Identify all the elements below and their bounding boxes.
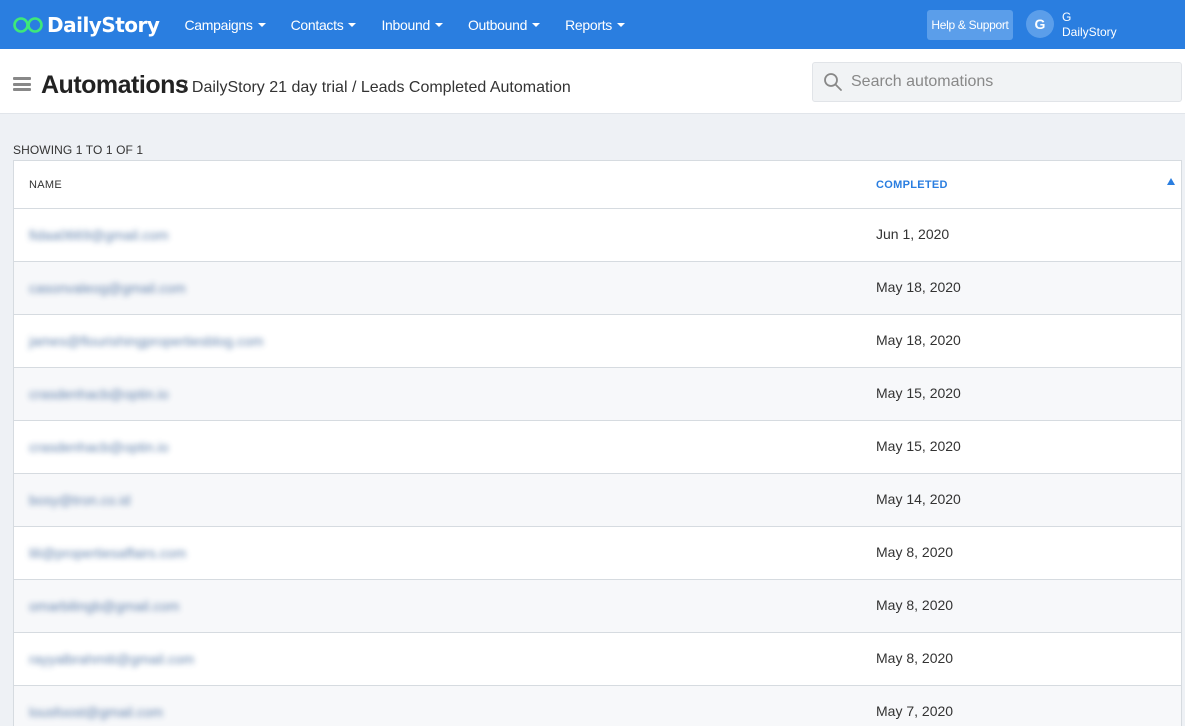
table-header: NAME COMPLETED <box>14 161 1181 209</box>
row-email[interactable]: omarbilingb@gmail.com <box>29 598 179 614</box>
nav-campaigns[interactable]: Campaigns <box>184 16 266 33</box>
table-row[interactable]: casonvaleog@gmail.com May 18, 2020 <box>14 262 1181 315</box>
row-completed-date: May 14, 2020 <box>876 491 961 507</box>
row-completed-date: May 8, 2020 <box>876 544 954 560</box>
showing-count: SHOWING 1 TO 1 OF 1 <box>13 143 144 157</box>
main-menu: Campaigns Contacts Inbound Outbound Repo… <box>184 17 650 33</box>
page-header: Automations / DailyStory 21 day trial / … <box>0 49 1185 114</box>
row-email[interactable]: bosy@tron.co.id <box>29 492 130 508</box>
nav-outbound-label: Outbound <box>467 16 528 33</box>
chevron-down-icon <box>434 22 443 27</box>
table-row[interactable]: crasdenhacb@optin.io May 15, 2020 <box>14 421 1181 474</box>
table-row[interactable]: omarbilingb@gmail.com May 8, 2020 <box>14 580 1181 633</box>
row-completed-date: May 15, 2020 <box>876 438 961 454</box>
chevron-down-icon <box>616 22 625 27</box>
row-email[interactable]: lili@propertiesaffairs.com <box>29 545 186 561</box>
row-email[interactable]: james@flourishingpropertiesblog.com <box>29 333 263 349</box>
table-row[interactable]: lousfoost@gmail.com May 7, 2020 <box>14 686 1181 726</box>
chevron-down-icon <box>532 22 541 27</box>
column-completed-header[interactable]: COMPLETED <box>876 179 948 191</box>
nav-reports[interactable]: Reports <box>565 17 625 33</box>
top-nav: DailyStory Campaigns Contacts Inbound Ou… <box>0 0 1185 49</box>
search-input[interactable] <box>851 73 1171 91</box>
avatar[interactable]: G <box>1026 10 1054 38</box>
nav-reports-label: Reports <box>565 16 612 33</box>
nav-inbound-label: Inbound <box>381 16 430 33</box>
breadcrumb[interactable]: / DailyStory 21 day trial / Leads Comple… <box>183 79 571 97</box>
search-box <box>812 62 1182 102</box>
table-row[interactable]: james@flourishingpropertiesblog.com May … <box>14 315 1181 368</box>
hamburger-menu-icon[interactable] <box>13 77 31 91</box>
table-row[interactable]: crasdenhacb@optin.io May 15, 2020 <box>14 368 1181 421</box>
nav-inbound[interactable]: Inbound <box>381 17 443 33</box>
automation-table: NAME COMPLETED fidaa0669@gmail.com Jun 1… <box>13 160 1182 726</box>
nav-outbound[interactable]: Outbound <box>467 16 541 33</box>
brand-logo[interactable]: DailyStory <box>12 0 160 49</box>
nav-campaigns-label: Campaigns <box>184 16 253 33</box>
sort-ascending-icon[interactable] <box>1167 178 1175 185</box>
table-row[interactable]: bosy@tron.co.id May 14, 2020 <box>14 474 1181 527</box>
column-name-header[interactable]: NAME <box>29 179 62 191</box>
row-email[interactable]: crasdenhacb@optin.io <box>29 386 169 402</box>
help-support-button[interactable]: Help & Support <box>927 10 1013 40</box>
user-org: DailyStory <box>1062 25 1117 39</box>
row-completed-date: May 15, 2020 <box>876 385 961 401</box>
row-completed-date: May 8, 2020 <box>876 597 954 613</box>
page-title: Automations <box>41 71 189 99</box>
row-completed-date: May 8, 2020 <box>876 650 954 666</box>
nav-contacts[interactable]: Contacts <box>291 17 357 33</box>
row-email[interactable]: rayyalbrahmiti@gmail.com <box>29 651 194 667</box>
user-name: G <box>1062 10 1072 24</box>
user-menu[interactable]: G DailyStory <box>1062 10 1117 40</box>
chevron-down-icon <box>348 22 357 27</box>
row-completed-date: May 7, 2020 <box>876 703 954 719</box>
row-email[interactable]: fidaa0669@gmail.com <box>29 227 169 243</box>
chevron-down-icon <box>257 22 266 27</box>
nav-contacts-label: Contacts <box>290 16 344 33</box>
row-completed-date: Jun 1, 2020 <box>876 226 950 242</box>
row-email[interactable]: crasdenhacb@optin.io <box>29 439 169 455</box>
row-completed-date: May 18, 2020 <box>876 279 961 295</box>
brand-name: DailyStory <box>47 12 160 37</box>
row-completed-date: May 18, 2020 <box>876 332 961 348</box>
row-email[interactable]: lousfoost@gmail.com <box>29 704 163 720</box>
infinity-logo-icon <box>13 16 43 33</box>
row-email[interactable]: casonvaleog@gmail.com <box>29 280 186 296</box>
search-icon <box>824 73 842 91</box>
table-row[interactable]: rayyalbrahmiti@gmail.com May 8, 2020 <box>14 633 1181 686</box>
table-row[interactable]: lili@propertiesaffairs.com May 8, 2020 <box>14 527 1181 580</box>
table-row[interactable]: fidaa0669@gmail.com Jun 1, 2020 <box>14 209 1181 262</box>
